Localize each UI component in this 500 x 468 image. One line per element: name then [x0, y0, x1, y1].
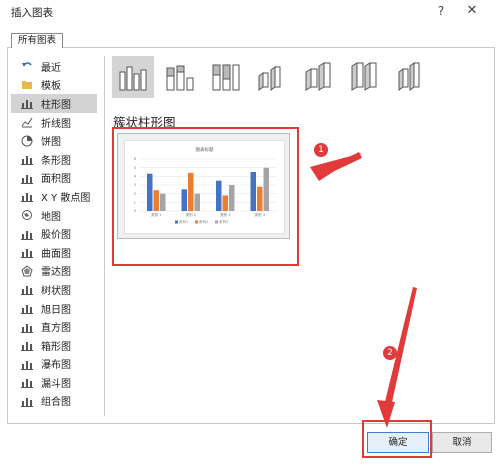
sidebar-item-label: 折线图 [41, 118, 71, 130]
sidebar-item-6[interactable]: 面积图 [11, 169, 97, 188]
annotation-badge-2: 2 [383, 346, 397, 360]
subtype-stacked-column-icon[interactable] [158, 56, 200, 98]
sidebar-item-12[interactable]: 树状图 [11, 280, 97, 299]
sidebar-item-8[interactable]: 地图 [11, 206, 97, 225]
combo-chart-icon [21, 395, 33, 407]
subtype-stacked-100-column-icon[interactable] [204, 56, 246, 98]
sidebar-item-label: 瀑布图 [41, 360, 71, 372]
waterfall-chart-icon [21, 358, 33, 370]
sidebar-item-label: 柱形图 [41, 99, 71, 111]
column-chart-icon [21, 97, 33, 110]
sidebar-item-16[interactable]: 瀑布图 [11, 355, 97, 374]
cancel-button[interactable]: 取消 [432, 432, 492, 453]
sidebar-item-label: 模板 [41, 81, 61, 93]
3d-column-icon [398, 62, 420, 91]
sidebar-item-0[interactable]: 最近 [11, 57, 97, 76]
3d-stacked-100-column-icon [351, 62, 377, 91]
sidebar-item-2[interactable]: 柱形图 [11, 94, 97, 113]
sidebar-item-7[interactable]: X Y 散点图 [11, 187, 97, 206]
sidebar-item-13[interactable]: 旭日图 [11, 299, 97, 318]
sidebar-item-label: 箱形图 [41, 341, 71, 353]
sidebar-item-14[interactable]: 直方图 [11, 317, 97, 336]
treemap-chart-icon [21, 283, 33, 296]
sidebar-item-9[interactable]: 股价图 [11, 224, 97, 243]
radar-chart-icon [21, 265, 33, 277]
subtype-3d-stacked-column-icon[interactable] [296, 56, 338, 98]
map-chart-icon [21, 209, 33, 221]
sidebar-item-1[interactable]: 模板 [11, 76, 97, 95]
sidebar-item-3[interactable]: 折线图 [11, 113, 97, 132]
subtype-clustered-column-icon[interactable] [112, 56, 154, 98]
dialog-titlebar: 插入图表 ? ✕ [0, 0, 500, 24]
3d-clustered-column-icon [258, 66, 281, 91]
funnel-chart-icon [21, 376, 33, 389]
sidebar-item-label: 面积图 [41, 174, 71, 186]
sidebar-item-label: 最近 [41, 62, 61, 74]
sunburst-chart-icon [21, 302, 33, 315]
help-button[interactable]: ? [433, 3, 449, 19]
close-button[interactable]: ✕ [464, 3, 480, 19]
sidebar-item-label: 树状图 [41, 285, 71, 297]
stacked-100-column-icon [212, 64, 240, 91]
box-whisker-chart-icon [21, 339, 33, 352]
sidebar-item-15[interactable]: 箱形图 [11, 336, 97, 355]
stock-chart-icon [21, 228, 33, 240]
sidebar-item-label: 漏斗图 [41, 378, 71, 390]
sidebar-item-label: 直方图 [41, 323, 71, 335]
tab-all-charts[interactable]: 所有图表 [11, 33, 63, 48]
sidebar-item-label: 雷达图 [41, 267, 71, 279]
sidebar-item-label: 组合图 [41, 397, 71, 409]
sidebar-item-5[interactable]: 条形图 [11, 150, 97, 169]
line-chart-icon [21, 116, 33, 128]
annotation-badge-1: 1 [314, 143, 328, 157]
dialog-title: 插入图表 [11, 7, 53, 19]
sidebar-item-label: X Y 散点图 [41, 192, 91, 204]
subtype-3d-column-icon[interactable] [388, 56, 430, 98]
bar-chart-icon [21, 153, 33, 166]
histogram-chart-icon [21, 321, 33, 333]
area-chart-icon [21, 172, 33, 184]
sidebar-item-label: 条形图 [41, 155, 71, 167]
sidebar-item-11[interactable]: 雷达图 [11, 262, 97, 281]
sidebar-item-17[interactable]: 漏斗图 [11, 373, 97, 392]
background-strip [0, 0, 4, 468]
undo-icon [21, 60, 33, 72]
highlight-box-preview [112, 127, 299, 266]
chart-type-list: 最近模板柱形图折线图饼图条形图面积图 X Y 散点图 地图股价图曲面图雷达图树状图旭… [11, 57, 97, 410]
clustered-column-icon [119, 66, 147, 91]
stacked-column-icon [166, 65, 194, 91]
sidebar-item-label: 地图 [41, 211, 61, 223]
subtype-3d-stacked-100-column-icon[interactable] [342, 56, 384, 98]
highlight-box-ok [362, 420, 432, 458]
sidebar-item-10[interactable]: 曲面图 [11, 243, 97, 262]
scatter-chart-icon [21, 190, 33, 203]
folder-icon [21, 79, 33, 91]
sidebar-item-label: 饼图 [41, 137, 61, 149]
sidebar-item-label: 股价图 [41, 230, 71, 242]
sidebar-divider [104, 56, 105, 416]
subtype-3d-clustered-column-icon[interactable] [250, 56, 292, 98]
sidebar-item-4[interactable]: 饼图 [11, 131, 97, 150]
sidebar-item-label: 旭日图 [41, 304, 71, 316]
sidebar-item-label: 曲面图 [41, 248, 71, 260]
sidebar-item-18[interactable]: 组合图 [11, 392, 97, 411]
3d-stacked-column-icon [305, 62, 331, 91]
pie-chart-icon [21, 135, 33, 147]
surface-chart-icon [21, 246, 33, 259]
